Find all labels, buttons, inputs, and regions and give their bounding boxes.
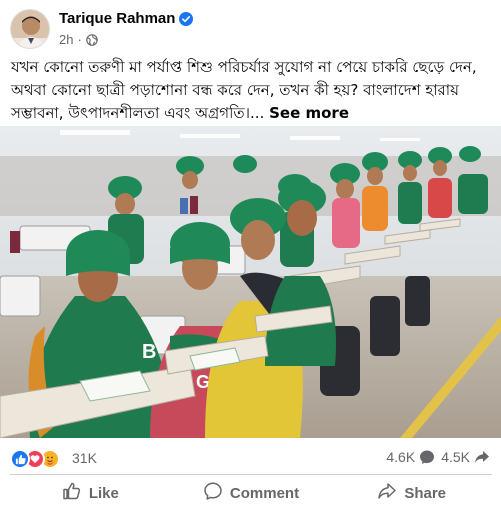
comment-label: Comment (229, 484, 300, 502)
share-count: 4.5K (441, 449, 470, 465)
engagement-stats: 4.6K 4.5K (386, 449, 490, 465)
post-body: যখন কোনো তরুণী মা পর্যাপ্ত শিশু পরিচর্যা… (11, 58, 477, 122)
share-count-icon (474, 449, 490, 465)
comment-count-icon (419, 449, 435, 465)
post-text: যখন কোনো তরুণী মা পর্যাপ্ত শিশু পরিচর্যা… (11, 56, 493, 125)
share-icon (377, 481, 397, 505)
like-reaction-icon (10, 449, 30, 469)
comment-count: 4.6K (386, 449, 416, 465)
post-header: Tarique Rahman 2h · (10, 8, 490, 52)
like-label: Like (88, 484, 119, 502)
see-more-link[interactable]: See more (269, 104, 349, 122)
post-meta: 2h · (59, 32, 98, 47)
verified-badge-icon (179, 11, 194, 26)
post-stats: 31K 4.6K 4.5K (10, 448, 492, 470)
author-avatar[interactable] (10, 9, 50, 49)
post-photo[interactable]: B G (0, 126, 501, 438)
reaction-count[interactable]: 31K (72, 450, 97, 466)
stats-divider (10, 474, 492, 475)
author-name[interactable]: Tarique Rahman (59, 10, 175, 27)
author-name-row: Tarique Rahman (59, 10, 194, 27)
reaction-icons[interactable] (10, 449, 60, 469)
comment-button[interactable]: Comment (171, 477, 332, 509)
share-button[interactable]: Share (331, 477, 492, 509)
facebook-post: Tarique Rahman 2h · যখন কোনো তরুণী মা পর… (0, 0, 501, 517)
comment-icon (203, 481, 223, 505)
post-time[interactable]: 2h (59, 32, 73, 47)
like-icon (62, 481, 82, 505)
share-label: Share (404, 484, 447, 502)
meta-separator: · (77, 32, 82, 47)
globe-icon[interactable] (86, 33, 98, 46)
share-count-group[interactable]: 4.5K (441, 449, 490, 465)
shirt-letter-b: B (142, 341, 156, 363)
post-actions: Like Comment Share (10, 477, 492, 509)
comment-count-group[interactable]: 4.6K (386, 449, 435, 465)
like-button[interactable]: Like (10, 477, 171, 509)
